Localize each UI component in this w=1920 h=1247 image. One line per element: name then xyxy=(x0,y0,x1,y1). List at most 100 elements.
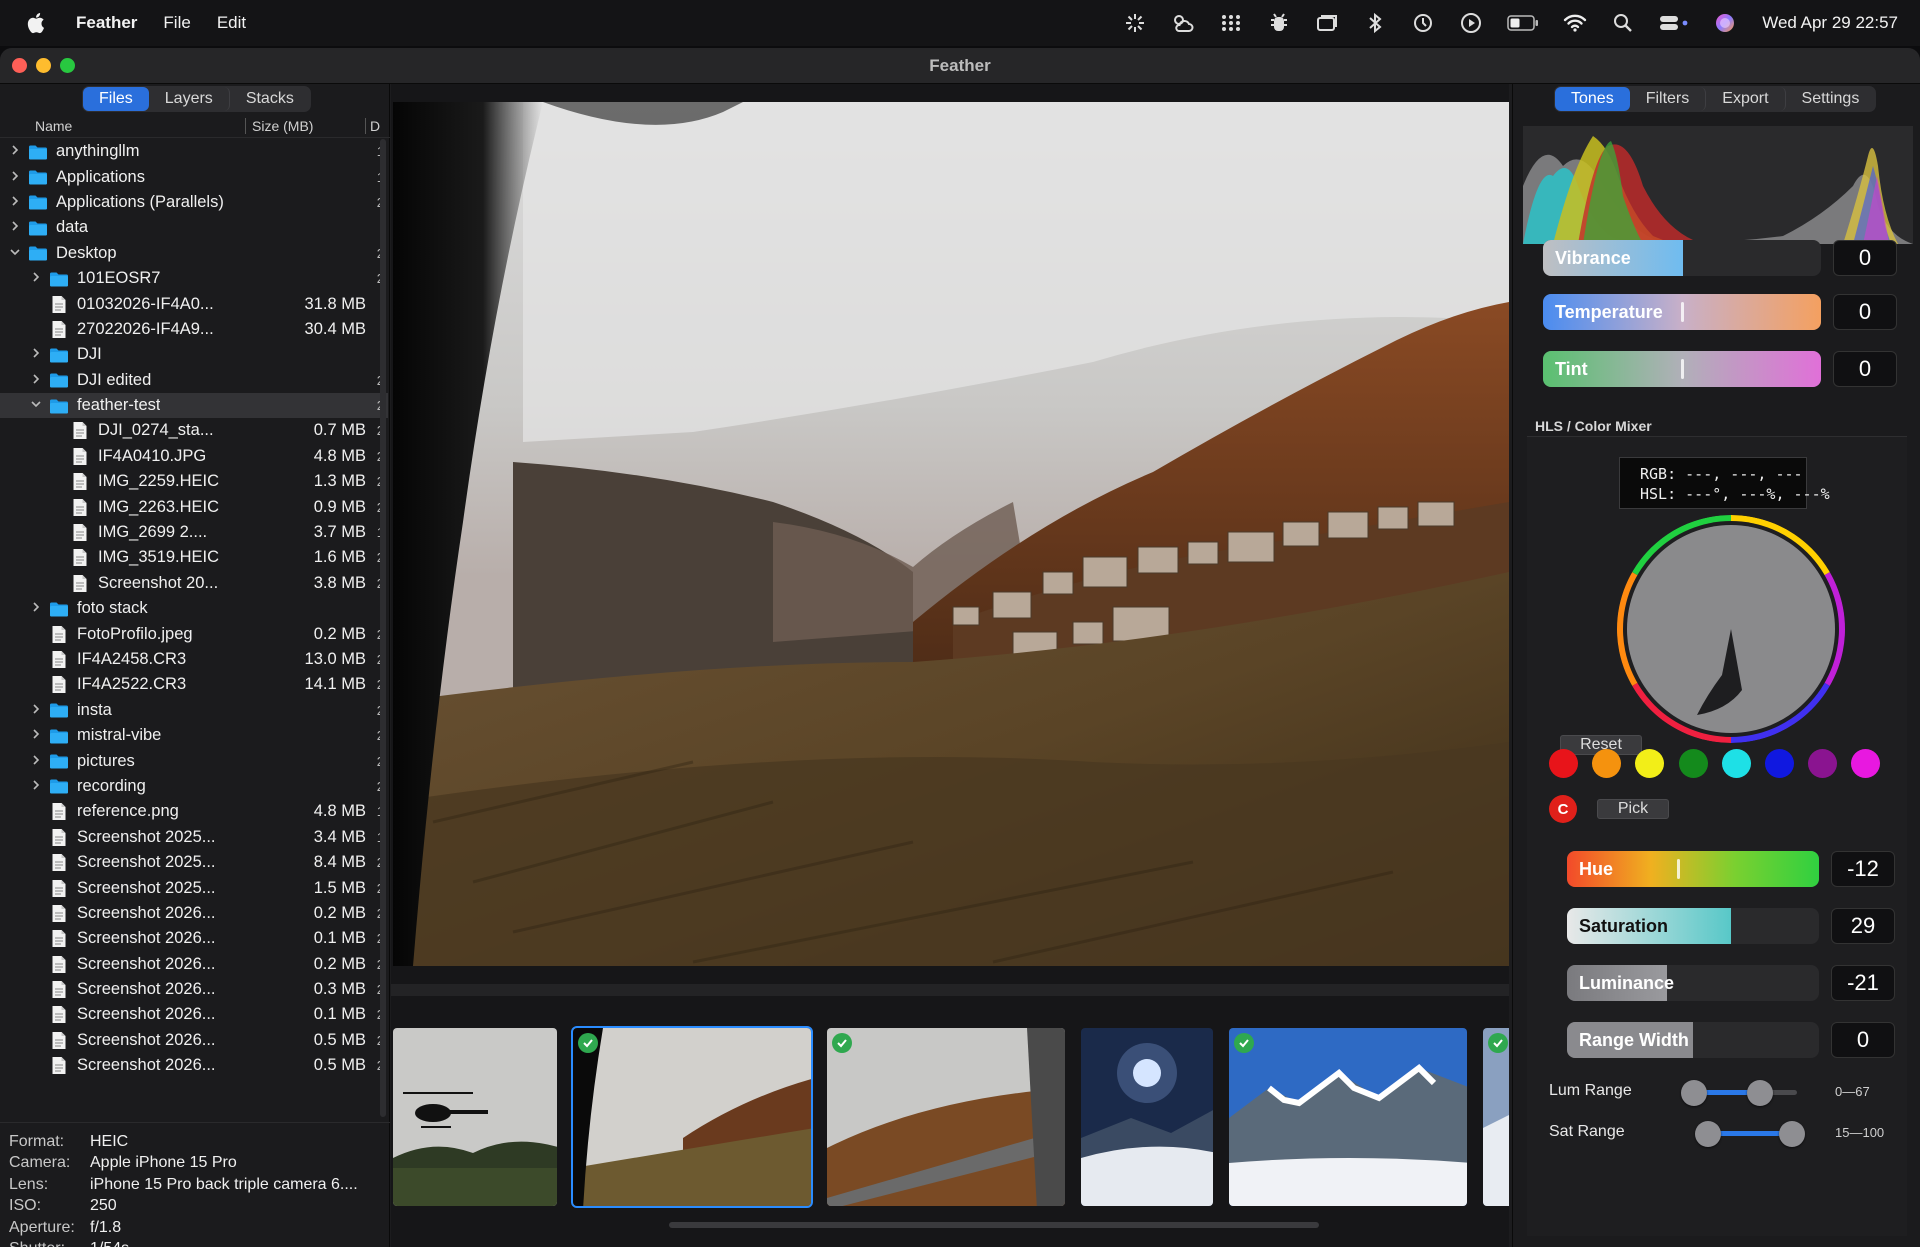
file-row[interactable]: Screenshot 2026...0.5 MB2 xyxy=(0,1053,388,1078)
file-row[interactable]: Screenshot 2026...0.5 MB2 xyxy=(0,1028,388,1053)
chevron-down-icon[interactable] xyxy=(8,246,22,261)
file-row[interactable]: reference.png4.8 MB1 xyxy=(0,799,388,824)
swatch-green[interactable] xyxy=(1678,749,1708,778)
file-row[interactable]: FotoProfilo.jpeg0.2 MB2 xyxy=(0,621,388,646)
file-list-scrollbar[interactable] xyxy=(380,139,386,1117)
vibrance-value[interactable]: 0 xyxy=(1833,240,1897,276)
luminance-slider[interactable]: Luminance xyxy=(1567,965,1819,1001)
filmstrip[interactable] xyxy=(391,1026,1509,1210)
folder-row[interactable]: recording2 xyxy=(0,774,388,799)
swatch-yellow[interactable] xyxy=(1635,749,1665,778)
swatch-purple[interactable] xyxy=(1808,749,1838,778)
sat-range-min-handle[interactable] xyxy=(1695,1121,1721,1147)
saturation-value[interactable]: 29 xyxy=(1831,908,1895,944)
chevron-right-icon[interactable] xyxy=(8,144,22,159)
filmstrip-scrollbar[interactable] xyxy=(669,1222,1319,1228)
folder-row[interactable]: Applications1 xyxy=(0,164,388,189)
folder-row[interactable]: mistral-vibe2 xyxy=(0,723,388,748)
folder-row[interactable]: foto stack( xyxy=(0,596,388,621)
temperature-knob[interactable] xyxy=(1681,302,1684,322)
siri-icon[interactable] xyxy=(1712,11,1738,35)
play-icon[interactable] xyxy=(1458,11,1484,35)
tint-value[interactable]: 0 xyxy=(1833,351,1897,387)
temperature-value[interactable]: 0 xyxy=(1833,294,1897,330)
apple-logo-icon[interactable] xyxy=(24,10,50,36)
file-row[interactable]: Screenshot 2026...0.2 MB2 xyxy=(0,952,388,977)
battery-icon[interactable] xyxy=(1506,11,1540,35)
chevron-right-icon[interactable] xyxy=(29,779,43,794)
file-row[interactable]: Screenshot 2025...1.5 MB2 xyxy=(0,875,388,900)
minimize-window-button[interactable] xyxy=(36,58,51,73)
color-wheel[interactable] xyxy=(1617,515,1845,743)
thumbnail-partial[interactable] xyxy=(1481,1026,1509,1208)
lum-range-max-handle[interactable] xyxy=(1747,1080,1773,1106)
search-icon[interactable] xyxy=(1610,11,1636,35)
swatch-orange[interactable] xyxy=(1592,749,1622,778)
chevron-right-icon[interactable] xyxy=(8,220,22,235)
chevron-right-icon[interactable] xyxy=(29,347,43,362)
folder-row[interactable]: 101EOSR72 xyxy=(0,266,388,291)
folder-row[interactable]: insta2 xyxy=(0,698,388,723)
sat-range-max-handle[interactable] xyxy=(1779,1121,1805,1147)
thumbnail-train-window[interactable] xyxy=(825,1026,1067,1208)
file-row[interactable]: 01032026-IF4A0...31.8 MB( xyxy=(0,291,388,316)
thumbnail-helicopter[interactable] xyxy=(391,1026,559,1208)
tint-knob[interactable] xyxy=(1681,359,1684,379)
column-header-date[interactable]: D xyxy=(365,117,380,134)
chevron-right-icon[interactable] xyxy=(8,170,22,185)
swatch-magenta[interactable] xyxy=(1851,749,1881,778)
chevron-right-icon[interactable] xyxy=(8,195,22,210)
tab-settings[interactable]: Settings xyxy=(1786,87,1876,111)
bug-icon[interactable] xyxy=(1266,11,1292,35)
file-row[interactable]: IF4A2522.CR314.1 MB2 xyxy=(0,672,388,697)
folder-row[interactable]: DJI edited2 xyxy=(0,368,388,393)
chevron-right-icon[interactable] xyxy=(29,754,43,769)
range-width-value[interactable]: 0 xyxy=(1831,1022,1895,1058)
file-row[interactable]: 27022026-IF4A9...30.4 MB( xyxy=(0,317,388,342)
window-stack-icon[interactable] xyxy=(1314,11,1340,35)
hue-slider[interactable]: Hue xyxy=(1567,851,1819,887)
tab-files[interactable]: Files xyxy=(83,87,149,111)
file-row[interactable]: Screenshot 20...3.8 MB2 xyxy=(0,571,388,596)
thumbnail-valley[interactable] xyxy=(571,1026,813,1208)
folder-row[interactable]: data( xyxy=(0,215,388,240)
swatch-red[interactable] xyxy=(1549,749,1578,778)
hue-value[interactable]: -12 xyxy=(1831,851,1895,887)
swatch-blue[interactable] xyxy=(1765,749,1794,778)
hue-knob[interactable] xyxy=(1677,859,1680,879)
thumbnail-snow-sun[interactable] xyxy=(1079,1026,1215,1208)
chevron-down-icon[interactable] xyxy=(29,398,43,413)
folder-row[interactable]: Desktop2 xyxy=(0,241,388,266)
file-row[interactable]: Screenshot 2026...0.3 MB2 xyxy=(0,977,388,1002)
chevron-right-icon[interactable] xyxy=(29,373,43,388)
file-row[interactable]: IF4A2458.CR313.0 MB2 xyxy=(0,647,388,672)
swatch-cyan[interactable] xyxy=(1721,749,1751,778)
pick-button[interactable]: Pick xyxy=(1597,799,1669,819)
chevron-right-icon[interactable] xyxy=(29,271,43,286)
control-center-icon[interactable] xyxy=(1658,11,1690,35)
file-row[interactable]: Screenshot 2025...8.4 MB2 xyxy=(0,850,388,875)
menu-file[interactable]: File xyxy=(163,13,190,33)
lum-range-min-handle[interactable] xyxy=(1681,1080,1707,1106)
weather-icon[interactable] xyxy=(1170,11,1196,35)
file-row[interactable]: IMG_2259.HEIC1.3 MB2 xyxy=(0,469,388,494)
folder-row[interactable]: anythingllm1 xyxy=(0,139,388,164)
tab-stacks[interactable]: Stacks xyxy=(230,87,310,111)
menu-app-name[interactable]: Feather xyxy=(76,13,137,33)
menu-edit[interactable]: Edit xyxy=(217,13,246,33)
range-width-slider[interactable]: Range Width xyxy=(1567,1022,1819,1058)
folder-row[interactable]: pictures2 xyxy=(0,748,388,773)
time-machine-icon[interactable] xyxy=(1410,11,1436,35)
saturation-slider[interactable]: Saturation xyxy=(1567,908,1819,944)
tab-tones[interactable]: Tones xyxy=(1555,87,1630,111)
file-row[interactable]: Screenshot 2026...0.2 MB2 xyxy=(0,901,388,926)
file-row[interactable]: IF4A0410.JPG4.8 MB2 xyxy=(0,444,388,469)
pinwheel-icon[interactable] xyxy=(1122,11,1148,35)
grid-dots-icon[interactable] xyxy=(1218,11,1244,35)
luminance-value[interactable]: -21 xyxy=(1831,965,1895,1001)
bluetooth-icon[interactable] xyxy=(1362,11,1388,35)
folder-row[interactable]: DJI( xyxy=(0,342,388,367)
file-row[interactable]: Screenshot 2025...3.4 MB1 xyxy=(0,825,388,850)
tab-filters[interactable]: Filters xyxy=(1630,87,1707,111)
chevron-right-icon[interactable] xyxy=(29,728,43,743)
